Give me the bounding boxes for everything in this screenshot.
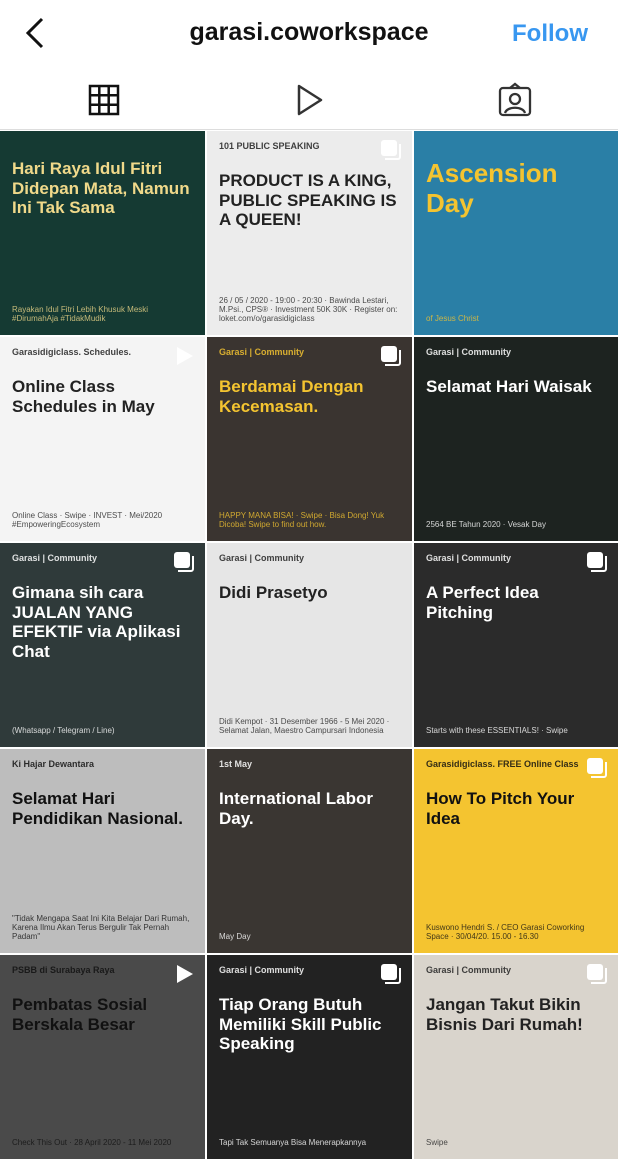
post-tile[interactable]: Garasi | Community A Perfect Idea Pitchin… bbox=[414, 543, 618, 747]
carousel-icon bbox=[587, 758, 607, 778]
post-caption: Check This Out · 28 April 2020 - 11 Mei … bbox=[12, 1138, 172, 1147]
post-caption: HAPPY MANA BISA! · Swipe · Bisa Dong! Yu… bbox=[219, 511, 385, 529]
post-caption: May Day bbox=[219, 932, 251, 941]
post-headline: Didi Prasetyo bbox=[219, 583, 328, 602]
post-headline: A Perfect Idea Pitching bbox=[426, 583, 539, 622]
post-tag: Garasidigiclass. FREE Online Class bbox=[426, 759, 579, 769]
carousel-icon bbox=[381, 346, 401, 366]
post-headline: PRODUCT IS A KING, PUBLIC SPEAKING IS A … bbox=[219, 171, 397, 230]
post-caption: Online Class · Swipe · INVEST · Mei/2020… bbox=[12, 511, 163, 529]
post-caption: Swipe bbox=[426, 1138, 448, 1147]
post-tile[interactable]: Garasi | Community Gimana sih cara JUALAN… bbox=[0, 543, 205, 747]
carousel-icon bbox=[381, 140, 401, 160]
post-headline: Gimana sih cara JUALAN YANG EFEKTIF via … bbox=[12, 583, 181, 661]
post-tile[interactable]: Ki Hajar Dewantara Selamat Hari Pendidika… bbox=[0, 749, 205, 953]
play-icon[interactable] bbox=[291, 82, 327, 118]
post-caption: Tapi Tak Semuanya Bisa Menerapkannya bbox=[219, 1138, 367, 1147]
post-tile[interactable]: Garasidigiclass. FREE Online Class How To… bbox=[414, 749, 618, 953]
grid-icon[interactable] bbox=[86, 82, 122, 118]
post-tile[interactable]: Garasi | Community Berdamai Dengan Kecema… bbox=[207, 337, 412, 541]
post-tag: 101 PUBLIC SPEAKING bbox=[219, 141, 320, 151]
video-icon bbox=[177, 347, 193, 365]
post-headline: Selamat Hari Pendidikan Nasional. bbox=[12, 789, 183, 828]
post-headline: Hari Raya Idul Fitri Didepan Mata, Namun… bbox=[12, 159, 190, 218]
post-tag: Garasi | Community bbox=[219, 553, 305, 563]
post-tile[interactable]: Garasi | Community Selamat Hari Waisak 256… bbox=[414, 337, 618, 541]
post-tile[interactable]: 1st May International Labor Day. May Day bbox=[207, 749, 412, 953]
post-tag: Garasi | Community bbox=[219, 965, 305, 975]
post-headline: Jangan Takut Bikin Bisnis Dari Rumah! bbox=[426, 995, 583, 1034]
post-tile[interactable]: Garasi | Community Didi Prasetyo Didi Kemp… bbox=[207, 543, 412, 747]
post-caption: Didi Kempot · 31 Desember 1966 - 5 Mei 2… bbox=[219, 717, 390, 735]
post-tag: Garasi | Community bbox=[426, 553, 512, 563]
post-tag: Garasi | Community bbox=[426, 347, 512, 357]
post-tile[interactable]: Hari Raya Idul Fitri Didepan Mata, Namun… bbox=[0, 131, 205, 335]
post-tag: Garasi | Community bbox=[219, 347, 305, 357]
post-caption: 26 / 05 / 2020 - 19:00 - 20:30 · Bawinda… bbox=[219, 296, 398, 323]
post-tag: Garasi | Community bbox=[12, 553, 98, 563]
post-caption: 2564 BE Tahun 2020 · Vesak Day bbox=[426, 520, 546, 529]
post-tag: 1st May bbox=[219, 759, 253, 769]
carousel-icon bbox=[174, 552, 194, 572]
post-tag: PSBB di Surabaya Raya bbox=[12, 965, 115, 975]
post-tile[interactable]: PSBB di Surabaya Raya Pembatas Sosial Ber… bbox=[0, 955, 205, 1159]
carousel-icon bbox=[381, 964, 401, 984]
profile-header: garasi.coworkspace Follow bbox=[0, 0, 618, 72]
post-headline: International Labor Day. bbox=[219, 789, 373, 828]
post-headline: Pembatas Sosial Berskala Besar bbox=[12, 995, 148, 1034]
post-caption: Starts with these ESSENTIALS! · Swipe bbox=[426, 726, 568, 735]
post-tile[interactable]: Garasi | Community Jangan Takut Bikin Bis… bbox=[414, 955, 618, 1159]
post-headline: How To Pitch Your Idea bbox=[426, 789, 575, 828]
tagged-user-icon[interactable] bbox=[497, 82, 533, 118]
post-tile[interactable]: Garasidigiclass. Schedules. Online Class … bbox=[0, 337, 205, 541]
post-tag: Garasidigiclass. Schedules. bbox=[12, 347, 132, 357]
post-caption: of Jesus Christ bbox=[426, 314, 479, 323]
post-tag: Garasi | Community bbox=[426, 965, 512, 975]
post-headline: Ascension Day bbox=[426, 158, 558, 218]
follow-button[interactable]: Follow bbox=[512, 20, 588, 48]
post-caption: (Whatsapp / Telegram / Line) bbox=[12, 726, 115, 735]
post-headline: Berdamai Dengan Kecemasan. bbox=[219, 377, 364, 416]
post-tile[interactable]: Garasi | Community Tiap Orang Butuh Memil… bbox=[207, 955, 412, 1159]
profile-tabs bbox=[0, 72, 618, 130]
carousel-icon bbox=[587, 552, 607, 572]
carousel-icon bbox=[587, 964, 607, 984]
video-icon bbox=[177, 965, 193, 983]
post-caption: Rayakan Idul Fitri Lebih Khusuk Meski #D… bbox=[12, 305, 149, 323]
post-headline: Online Class Schedules in May bbox=[12, 377, 155, 416]
post-caption: Kuswono Hendri S. / CEO Garasi Coworking… bbox=[426, 923, 585, 941]
post-headline: Selamat Hari Waisak bbox=[426, 377, 592, 396]
post-tile[interactable]: Ascension Day of Jesus Christ bbox=[414, 131, 618, 335]
post-tag: Ki Hajar Dewantara bbox=[12, 759, 95, 769]
post-headline: Tiap Orang Butuh Memiliki Skill Public S… bbox=[219, 995, 382, 1054]
post-caption: "Tidak Mengapa Saat Ini Kita Belajar Dar… bbox=[12, 914, 190, 941]
posts-grid: Hari Raya Idul Fitri Didepan Mata, Namun… bbox=[0, 131, 618, 1159]
post-tile[interactable]: 101 PUBLIC SPEAKING PRODUCT IS A KING, PU… bbox=[207, 131, 412, 335]
